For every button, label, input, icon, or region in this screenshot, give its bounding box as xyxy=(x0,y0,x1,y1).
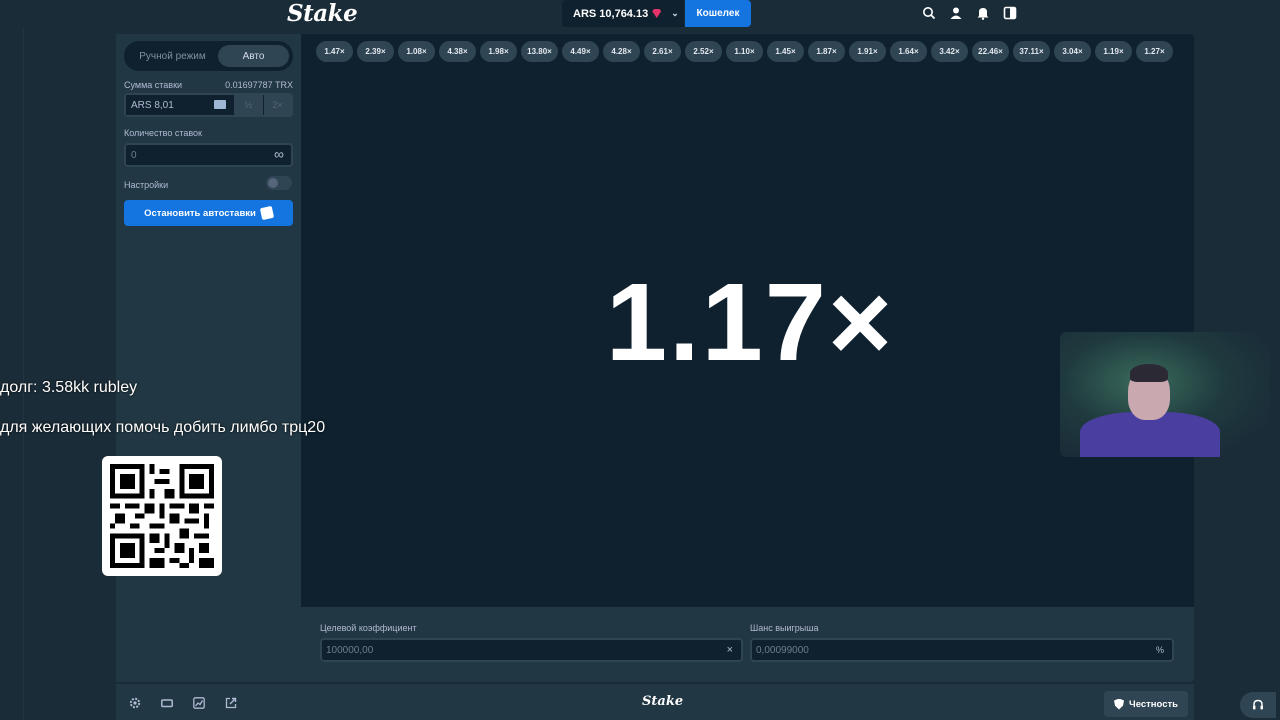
history-pill[interactable]: 37.11× xyxy=(1013,41,1050,62)
history-pill[interactable]: 1.91× xyxy=(849,41,886,62)
sidebar-toggle-icon[interactable] xyxy=(1003,6,1017,20)
search-icon[interactable] xyxy=(922,6,936,20)
history-bar: 1.47× 2.39× 1.08× 4.38× 1.98× 13.80× 4.4… xyxy=(316,41,1188,63)
history-pill[interactable]: 1.64× xyxy=(890,41,927,62)
history-pill[interactable]: 2.52× xyxy=(685,41,722,62)
double-bet-button[interactable]: 2× xyxy=(264,95,291,115)
shield-icon xyxy=(1114,698,1125,710)
settings-toggle[interactable] xyxy=(266,176,292,190)
history-pill[interactable]: 3.04× xyxy=(1054,41,1091,62)
history-pill[interactable]: 4.28× xyxy=(603,41,640,62)
support-chat-button[interactable] xyxy=(1240,692,1276,718)
history-pill[interactable]: 1.19× xyxy=(1095,41,1132,62)
target-multiplier-input[interactable]: 100000,00 × xyxy=(320,638,743,662)
qr-code-image xyxy=(110,464,214,568)
win-chance-value: 0,00099000 xyxy=(756,645,809,656)
stake-logo[interactable]: Stake xyxy=(287,0,358,27)
half-bet-button[interactable]: ½ xyxy=(234,95,263,115)
chevron-down-icon: ⌄ xyxy=(671,8,679,18)
result-multiplier: 1.17× xyxy=(605,261,895,384)
footer-stake-logo: Stake xyxy=(642,694,684,709)
win-chance-label: Шанс выигрыша xyxy=(750,623,819,633)
overlay-debt-text: долг: 3.58kk rubley xyxy=(0,379,138,396)
stop-autobet-button[interactable]: Остановить автоставки xyxy=(124,200,293,226)
target-multiplier-label: Целевой коэффициент xyxy=(320,623,417,633)
percent-suffix-icon: % xyxy=(1155,645,1164,655)
bet-amount-field: ARS 8,01 ½ 2× xyxy=(124,93,293,117)
bell-icon[interactable] xyxy=(976,6,990,20)
bets-count-value: 0 xyxy=(131,150,137,161)
theater-mode-icon[interactable] xyxy=(161,697,173,709)
history-pill[interactable]: 22.46× xyxy=(972,41,1009,62)
webcam-person-hair xyxy=(1130,364,1168,382)
history-pill[interactable]: 13.80× xyxy=(521,41,558,62)
bets-count-input[interactable]: 0 ∞ xyxy=(124,143,293,167)
bet-amount-crypto: 0.01697787 TRX xyxy=(225,80,293,90)
fairness-label: Честность xyxy=(1129,698,1178,710)
cards-icon xyxy=(259,205,275,221)
bet-amount-label: Сумма ставки xyxy=(124,80,183,90)
stats-icon[interactable] xyxy=(193,697,205,709)
top-bar: Stake ARS 10,764.13 ⌄ Кошелек xyxy=(0,0,1280,28)
bet-amount-value: ARS 8,01 xyxy=(131,100,174,111)
overlay-help-text: для желающих помочь добить лимбо трц20 xyxy=(0,419,326,436)
bets-count-label: Количество ставок xyxy=(124,128,202,138)
streamer-webcam xyxy=(1060,332,1270,457)
history-pill[interactable]: 1.87× xyxy=(808,41,845,62)
settings-icon[interactable] xyxy=(129,697,141,709)
target-multiplier-value: 100000,00 xyxy=(326,645,374,656)
left-rail xyxy=(0,0,24,720)
settings-label: Настройки xyxy=(124,180,169,190)
currency-flag-icon xyxy=(214,100,226,109)
history-pill[interactable]: 1.27× xyxy=(1136,41,1173,62)
balance-selector[interactable]: ARS 10,764.13 ⌄ xyxy=(562,0,684,27)
stop-autobet-label: Остановить автоставки xyxy=(144,207,256,219)
history-pill[interactable]: 4.38× xyxy=(439,41,476,62)
headset-icon xyxy=(1253,699,1263,710)
fairness-button[interactable]: Честность xyxy=(1104,691,1188,717)
history-pill[interactable]: 3.42× xyxy=(931,41,968,62)
history-pill[interactable]: 4.49× xyxy=(562,41,599,62)
history-pill[interactable]: 1.10× xyxy=(726,41,763,62)
wallet-button[interactable]: Кошелек xyxy=(685,0,751,27)
tab-auto-mode[interactable]: Авто xyxy=(218,45,289,67)
history-pill[interactable]: 2.61× xyxy=(644,41,681,62)
balance-amount: ARS 10,764.13 xyxy=(573,7,649,20)
mode-toggle: Ручной режим Авто xyxy=(124,41,293,71)
history-pill[interactable]: 1.98× xyxy=(480,41,517,62)
infinity-icon[interactable]: ∞ xyxy=(274,146,284,162)
tab-manual-mode[interactable]: Ручной режим xyxy=(128,45,217,67)
win-chance-input[interactable]: 0,00099000 % xyxy=(750,638,1174,662)
history-pill[interactable]: 1.47× xyxy=(316,41,353,62)
donation-qr-code xyxy=(102,456,222,576)
history-pill[interactable]: 1.08× xyxy=(398,41,435,62)
multiplier-suffix-icon: × xyxy=(726,644,733,656)
popout-icon[interactable] xyxy=(225,697,237,709)
history-pill[interactable]: 2.39× xyxy=(357,41,394,62)
trx-coin-icon xyxy=(652,9,662,18)
history-pill[interactable]: 1.45× xyxy=(767,41,804,62)
user-icon[interactable] xyxy=(949,6,963,20)
